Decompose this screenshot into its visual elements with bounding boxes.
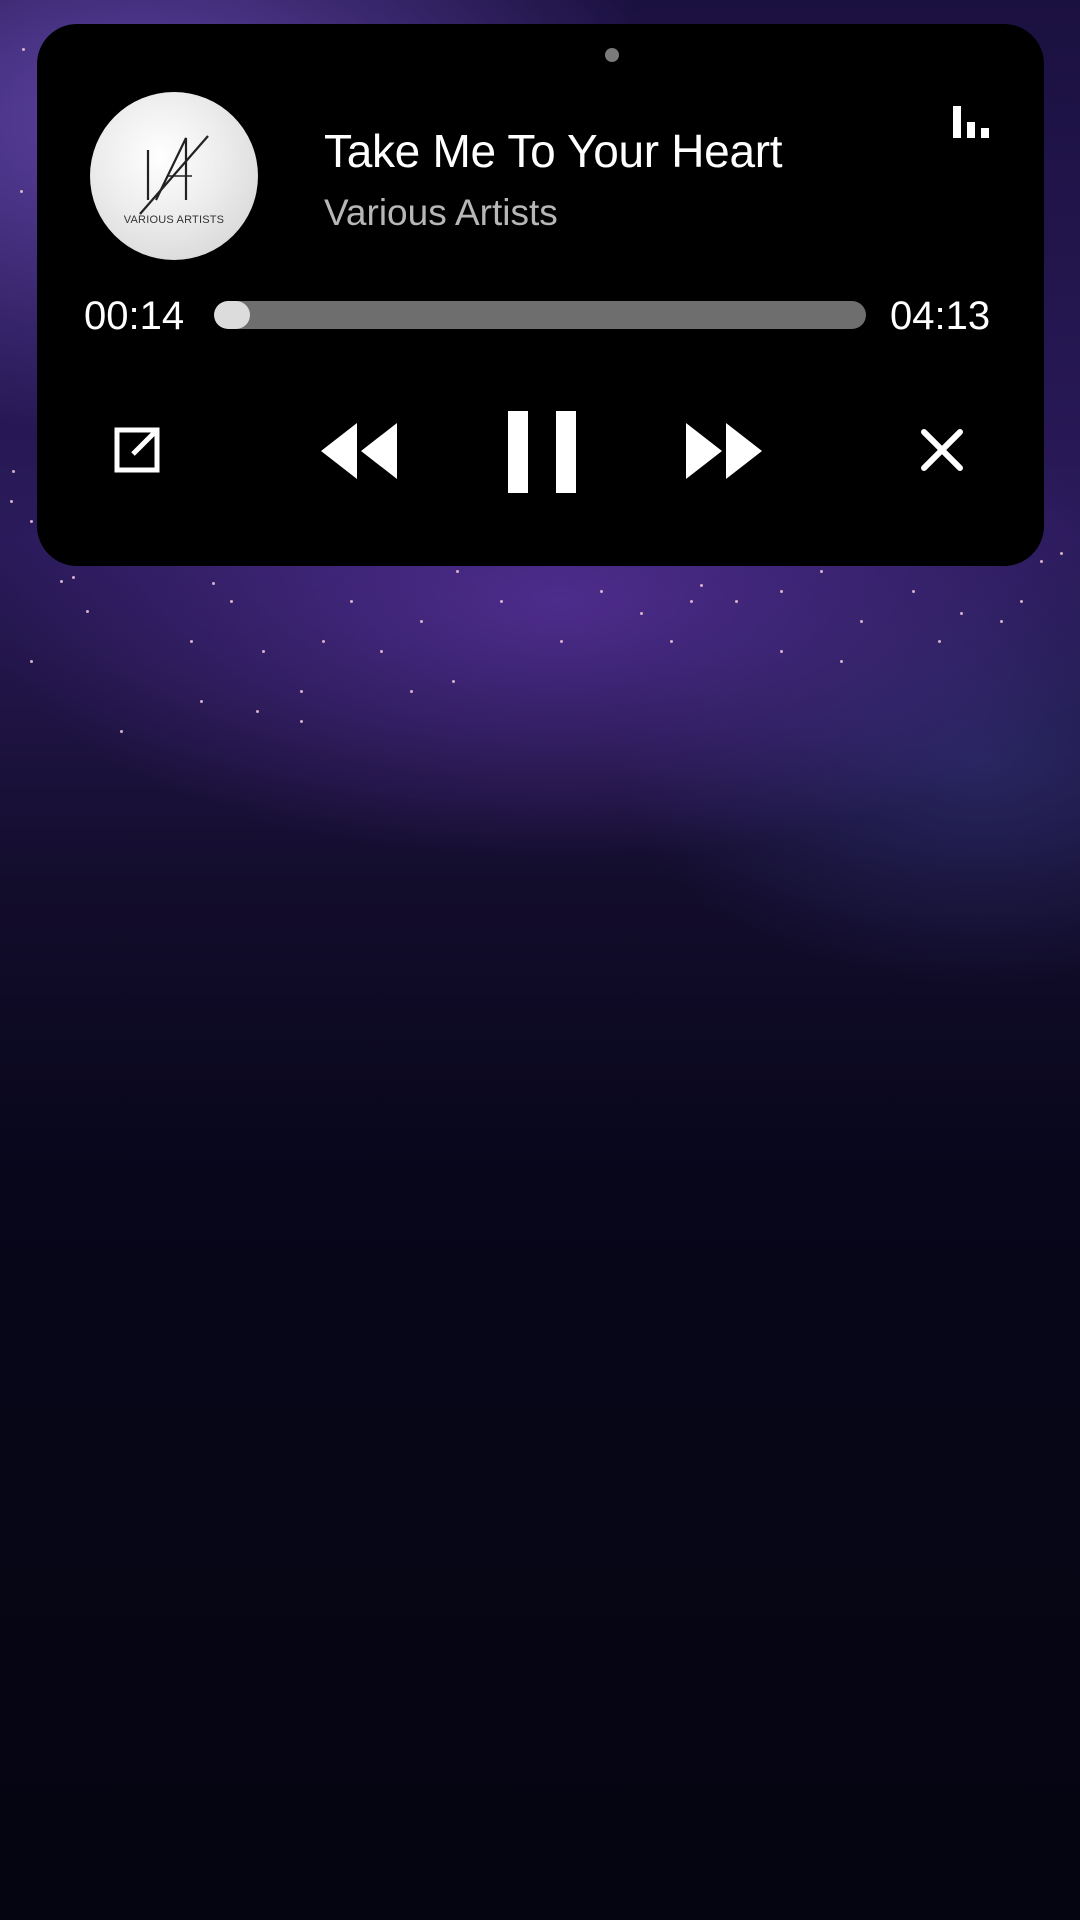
wallpaper-star — [300, 720, 303, 723]
wallpaper-star — [12, 470, 15, 473]
wallpaper-star — [72, 576, 75, 579]
wallpaper-star — [200, 700, 203, 703]
wallpaper-star — [322, 640, 325, 643]
home-screen-wallpaper: VARIOUS ARTISTS Take Me To Your Heart Va… — [0, 0, 1080, 1920]
track-artist: Various Artists — [324, 192, 558, 233]
wallpaper-star — [840, 660, 843, 663]
wallpaper-star — [640, 612, 643, 615]
wallpaper-star — [190, 640, 193, 643]
equalizer-icon[interactable] — [953, 102, 993, 138]
open-app-button[interactable] — [111, 424, 163, 476]
seek-bar[interactable] — [214, 301, 866, 329]
wallpaper-star — [780, 590, 783, 593]
wallpaper-star — [960, 612, 963, 615]
wallpaper-star — [1000, 620, 1003, 623]
open-external-icon — [114, 427, 160, 473]
wallpaper-star — [212, 582, 215, 585]
total-duration: 04:13 — [890, 294, 991, 338]
wallpaper-star — [20, 190, 23, 193]
pause-button[interactable] — [504, 411, 580, 493]
album-art[interactable]: VARIOUS ARTISTS — [90, 92, 258, 260]
wallpaper-star — [600, 590, 603, 593]
wallpaper-star — [262, 650, 265, 653]
pause-icon — [508, 411, 576, 493]
fast-forward-button[interactable] — [682, 419, 766, 483]
wallpaper-star — [690, 600, 693, 603]
wallpaper-star — [700, 584, 703, 587]
wallpaper-star — [735, 600, 738, 603]
rewind-icon — [321, 423, 397, 479]
wallpaper-star — [1020, 600, 1023, 603]
wallpaper-star — [820, 570, 823, 573]
wallpaper-star — [560, 640, 563, 643]
close-icon — [921, 429, 963, 471]
wallpaper-star — [30, 520, 33, 523]
drag-handle-dot — [605, 48, 619, 62]
wallpaper-star — [60, 580, 63, 583]
wallpaper-star — [350, 600, 353, 603]
seek-bar-progress — [214, 301, 250, 329]
wallpaper-star — [22, 48, 25, 51]
wallpaper-star — [380, 650, 383, 653]
wallpaper-star — [1060, 552, 1063, 555]
rewind-button[interactable] — [317, 419, 401, 483]
wallpaper-star — [938, 640, 941, 643]
fast-forward-icon — [686, 423, 762, 479]
media-player-notification[interactable]: VARIOUS ARTISTS Take Me To Your Heart Va… — [37, 24, 1044, 566]
wallpaper-star — [120, 730, 123, 733]
wallpaper-star — [256, 710, 259, 713]
wallpaper-star — [1040, 560, 1043, 563]
wallpaper-star — [10, 500, 13, 503]
elapsed-time: 00:14 — [84, 294, 185, 338]
wallpaper-star — [860, 620, 863, 623]
wallpaper-star — [300, 690, 303, 693]
wallpaper-star — [912, 590, 915, 593]
album-art-caption: VARIOUS ARTISTS — [123, 214, 225, 226]
wallpaper-star — [420, 620, 423, 623]
wallpaper-star — [230, 600, 233, 603]
wallpaper-star — [780, 650, 783, 653]
track-title: Take Me To Your Heart — [324, 125, 783, 177]
wallpaper-star — [500, 600, 503, 603]
wallpaper-star — [456, 570, 459, 573]
album-logo-mark — [139, 135, 209, 215]
wallpaper-star — [410, 690, 413, 693]
close-button[interactable] — [918, 426, 966, 474]
wallpaper-star — [452, 680, 455, 683]
wallpaper-star — [670, 640, 673, 643]
wallpaper-star — [86, 610, 89, 613]
wallpaper-star — [30, 660, 33, 663]
